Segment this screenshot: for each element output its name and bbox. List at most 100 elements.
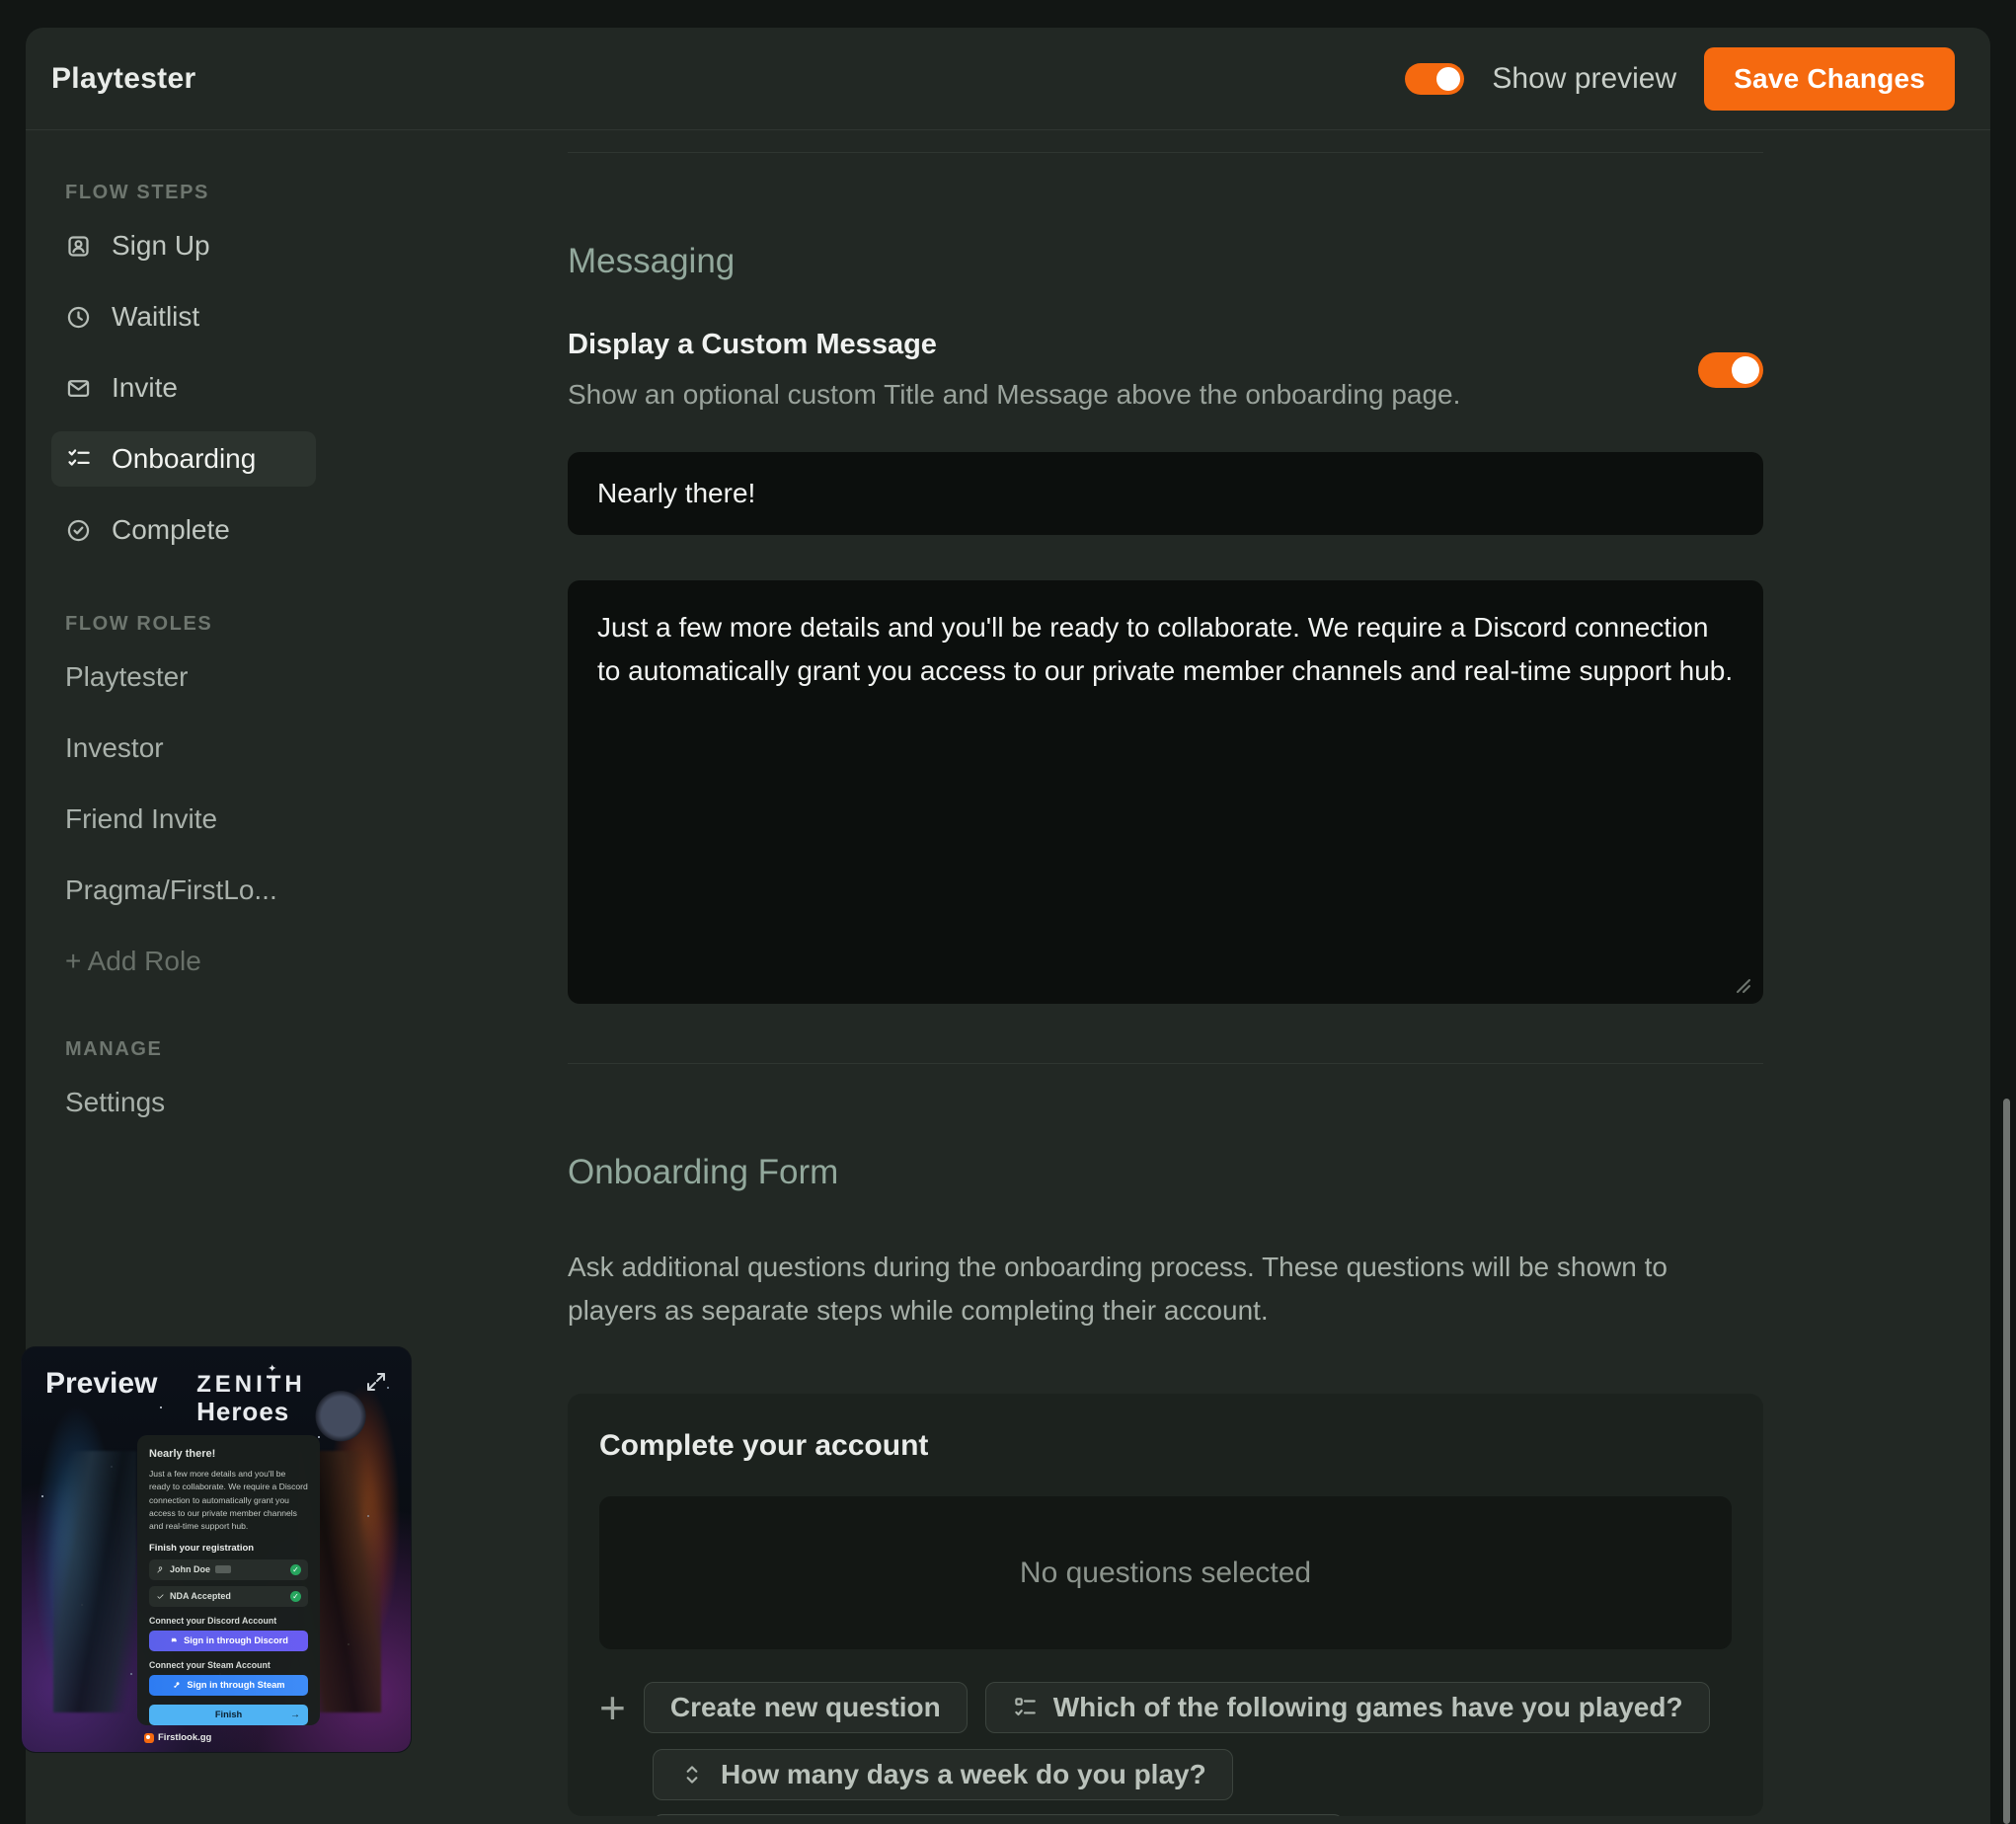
discord-signin-button[interactable]: Sign in through Discord: [149, 1631, 308, 1651]
custom-message-wrap: Just a few more details and you'll be re…: [568, 580, 1763, 1004]
sidebar-item-label: Sign Up: [112, 230, 210, 262]
sidebar: FLOW STEPS Sign Up Waitlist Invite Onboa…: [26, 130, 316, 1146]
finish-button[interactable]: Finish →: [149, 1705, 308, 1725]
sparkle-icon: ✦: [268, 1364, 276, 1375]
clock-icon: [65, 304, 92, 331]
discord-connect-label: Connect your Discord Account: [149, 1616, 308, 1626]
header-actions: Show preview Save Changes: [1405, 47, 1955, 111]
add-role-button[interactable]: + Add Role: [51, 934, 316, 989]
sidebar-role-playtester[interactable]: Playtester: [51, 649, 316, 705]
messaging-heading: Messaging: [568, 242, 1763, 281]
firstlook-brand-label: Firstlook.gg: [158, 1732, 211, 1743]
custom-message-row: Display a Custom Message Show an optiona…: [568, 329, 1763, 411]
sidebar-item-label: Complete: [112, 514, 230, 546]
sidebar-role-investor[interactable]: Investor: [51, 721, 316, 776]
preview-nda-row[interactable]: NDA Accepted ✓: [149, 1586, 308, 1607]
sidebar-role-friend-invite[interactable]: Friend Invite: [51, 792, 316, 847]
steam-connect-label: Connect your Steam Account: [149, 1660, 308, 1670]
preview-label: Preview: [45, 1367, 157, 1401]
custom-message-description: Show an optional custom Title and Messag…: [568, 379, 1698, 411]
selected-questions-panel: No questions selected: [599, 1496, 1732, 1649]
toggle-knob: [1436, 67, 1460, 91]
check-badge-icon: ✓: [290, 1564, 301, 1575]
custom-title-input[interactable]: [568, 452, 1763, 535]
user-badge-icon: [65, 233, 92, 260]
check-icon: [156, 1592, 165, 1601]
show-preview-label: Show preview: [1492, 62, 1676, 96]
steam-signin-label: Sign in through Steam: [187, 1680, 284, 1690]
sidebar-item-complete[interactable]: Complete: [51, 502, 316, 558]
question-chip-days-per-week[interactable]: How many days a week do you play?: [653, 1749, 1233, 1800]
custom-message-text: Display a Custom Message Show an optiona…: [568, 329, 1698, 411]
header: Playtester Show preview Save Changes: [26, 28, 1990, 130]
sidebar-item-onboarding[interactable]: Onboarding: [51, 431, 316, 487]
flow-roles-label: FLOW ROLES: [65, 613, 316, 636]
question-chip-games-played[interactable]: Which of the following games have you pl…: [985, 1682, 1710, 1733]
sidebar-item-sign-up[interactable]: Sign Up: [51, 218, 316, 273]
stars-decoration: [22, 1347, 24, 1349]
preview-card-title: Nearly there!: [149, 1448, 308, 1460]
toggle-knob: [1732, 356, 1759, 384]
preview-card-body: Just a few more details and you'll be re…: [149, 1468, 308, 1534]
game-logo: ZENITH✦ Heroes: [196, 1373, 306, 1424]
up-down-icon: [679, 1762, 705, 1787]
sidebar-item-label: Invite: [112, 372, 178, 404]
custom-message-toggle[interactable]: [1698, 352, 1763, 388]
steam-signin-button[interactable]: Sign in through Steam: [149, 1675, 308, 1696]
section-divider: [568, 152, 1763, 153]
content-column: Messaging Display a Custom Message Show …: [568, 152, 1763, 1816]
checklist-icon: [65, 446, 92, 473]
manage-label: MANAGE: [65, 1038, 316, 1061]
page-title: Playtester: [51, 62, 195, 96]
preview-nda-value: NDA Accepted: [170, 1591, 231, 1601]
steam-icon: [172, 1680, 182, 1690]
resize-handle[interactable]: [1734, 976, 1751, 994]
create-question-button[interactable]: Create new question: [644, 1682, 968, 1733]
custom-message-title: Display a Custom Message: [568, 329, 1698, 361]
question-actions-row: + Create new question Which of the follo…: [599, 1682, 1732, 1733]
character-silhouette-left: [53, 1451, 136, 1712]
section-divider: [568, 1063, 1763, 1064]
save-changes-button[interactable]: Save Changes: [1704, 47, 1955, 111]
firstlook-logo-icon: [144, 1733, 154, 1743]
check-badge-icon: ✓: [290, 1591, 301, 1602]
user-icon: [156, 1565, 165, 1574]
discord-icon: [169, 1635, 179, 1645]
main-area: Messaging Display a Custom Message Show …: [316, 130, 1990, 1816]
sidebar-role-pragma-firstlook[interactable]: Pragma/FirstLo...: [51, 863, 316, 918]
flow-steps-label: FLOW STEPS: [65, 182, 316, 204]
onboarding-form-description: Ask additional questions during the onbo…: [568, 1246, 1733, 1332]
custom-message-textarea[interactable]: Just a few more details and you'll be re…: [568, 580, 1763, 1004]
arrow-right-icon: →: [290, 1710, 300, 1720]
vertical-scrollbar[interactable]: [2003, 1099, 2010, 1824]
question-chip-label: How many days a week do you play?: [721, 1759, 1206, 1790]
plus-icon[interactable]: +: [599, 1685, 626, 1730]
mail-icon: [65, 375, 92, 402]
sidebar-item-label: Waitlist: [112, 301, 199, 333]
checklist-icon: [1012, 1695, 1038, 1720]
sidebar-item-waitlist[interactable]: Waitlist: [51, 289, 316, 344]
sidebar-item-settings[interactable]: Settings: [51, 1075, 316, 1130]
show-preview-toggle[interactable]: [1405, 63, 1464, 95]
redacted-tag: [215, 1565, 231, 1573]
finish-label: Finish: [215, 1710, 242, 1719]
preview-name-value: John Doe: [170, 1564, 210, 1574]
firstlook-brand: Firstlook.gg: [144, 1732, 211, 1743]
preview-onboarding-card: Nearly there! Just a few more details an…: [137, 1435, 320, 1725]
preview-name-row[interactable]: John Doe ✓: [149, 1559, 308, 1580]
sidebar-item-label: Onboarding: [112, 443, 256, 475]
discord-signin-label: Sign in through Discord: [184, 1635, 288, 1645]
check-circle-icon: [65, 517, 92, 544]
preview-thumbnail[interactable]: Preview ZENITH✦ Heroes Nearly there! Jus…: [22, 1347, 411, 1752]
create-question-label: Create new question: [670, 1692, 941, 1723]
empty-state-text: No questions selected: [1020, 1557, 1311, 1590]
question-chip-label: Which of the following games have you pl…: [1053, 1692, 1683, 1723]
finish-registration-label: Finish your registration: [149, 1543, 308, 1554]
expand-icon[interactable]: [363, 1369, 389, 1395]
question-row-2: How many days a week do you play?: [653, 1749, 1732, 1800]
complete-account-card: Complete your account No questions selec…: [568, 1394, 1763, 1816]
sidebar-item-invite[interactable]: Invite: [51, 360, 316, 416]
question-chip-clipped[interactable]: [653, 1814, 1344, 1816]
onboarding-form-heading: Onboarding Form: [568, 1153, 1763, 1192]
card-title: Complete your account: [599, 1429, 1732, 1463]
